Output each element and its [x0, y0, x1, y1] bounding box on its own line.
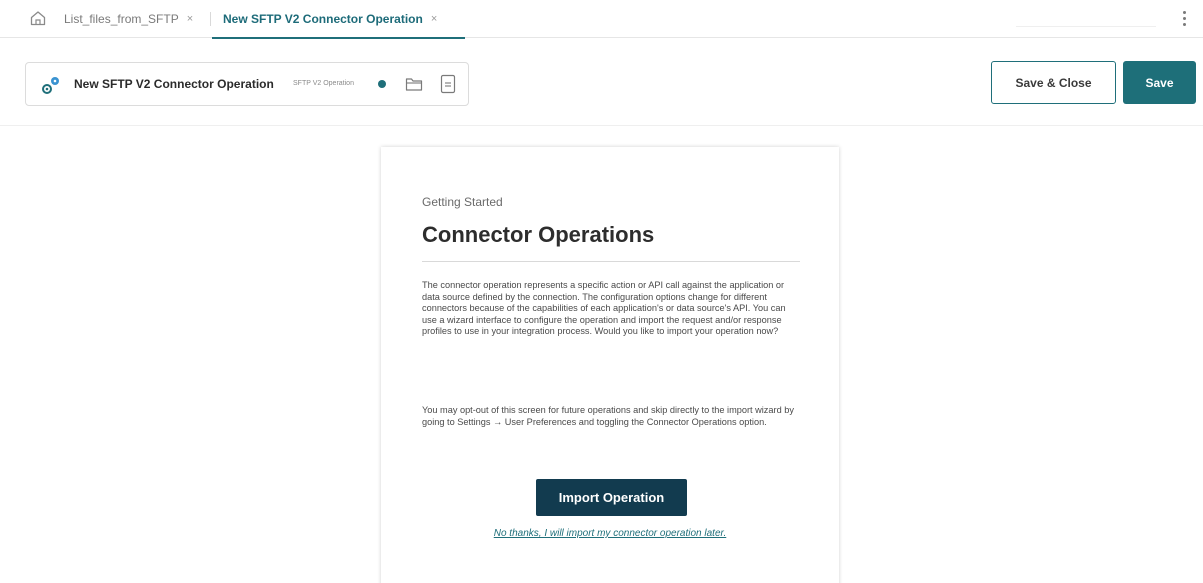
tab-separator — [210, 12, 211, 26]
close-icon[interactable]: × — [431, 13, 437, 25]
opt-out-paragraph: You may opt-out of this screen for futur… — [422, 405, 794, 427]
component-type-label: SFTP V2 Operation — [293, 80, 354, 87]
save-and-close-button[interactable]: Save & Close — [991, 61, 1116, 104]
getting-started-card: Getting Started Connector Operations The… — [381, 147, 839, 583]
description-paragraph: The connector operation represents a spe… — [422, 280, 786, 337]
card-title: Connector Operations — [422, 222, 655, 247]
description-icon[interactable] — [440, 74, 456, 94]
tab-label: New SFTP V2 Connector Operation — [223, 12, 423, 26]
folder-icon[interactable] — [405, 76, 423, 92]
home-icon[interactable] — [29, 9, 47, 27]
more-options-icon[interactable] — [1181, 10, 1187, 30]
import-operation-button[interactable]: Import Operation — [536, 479, 687, 516]
status-dot — [378, 80, 386, 88]
close-icon[interactable]: × — [187, 13, 193, 25]
save-button[interactable]: Save — [1123, 61, 1196, 104]
tab-new-sftp-v2-connector-operation[interactable]: New SFTP V2 Connector Operation × — [212, 0, 465, 39]
tab-label: List_files_from_SFTP — [64, 12, 179, 26]
tab-list-files-from-sftp[interactable]: List_files_from_SFTP × — [64, 0, 193, 38]
connector-operation-icon — [42, 77, 59, 94]
tab-bar: List_files_from_SFTP × New SFTP V2 Conne… — [0, 0, 1203, 39]
tab-bar-spacer — [1016, 11, 1156, 27]
import-later-link[interactable]: No thanks, I will import my connector op… — [381, 528, 839, 539]
title-divider — [422, 261, 800, 262]
card-eyebrow: Getting Started — [422, 195, 503, 209]
component-header: New SFTP V2 Connector Operation SFTP V2 … — [25, 62, 469, 106]
component-title[interactable]: New SFTP V2 Connector Operation — [74, 77, 274, 91]
header-divider — [0, 125, 1203, 126]
